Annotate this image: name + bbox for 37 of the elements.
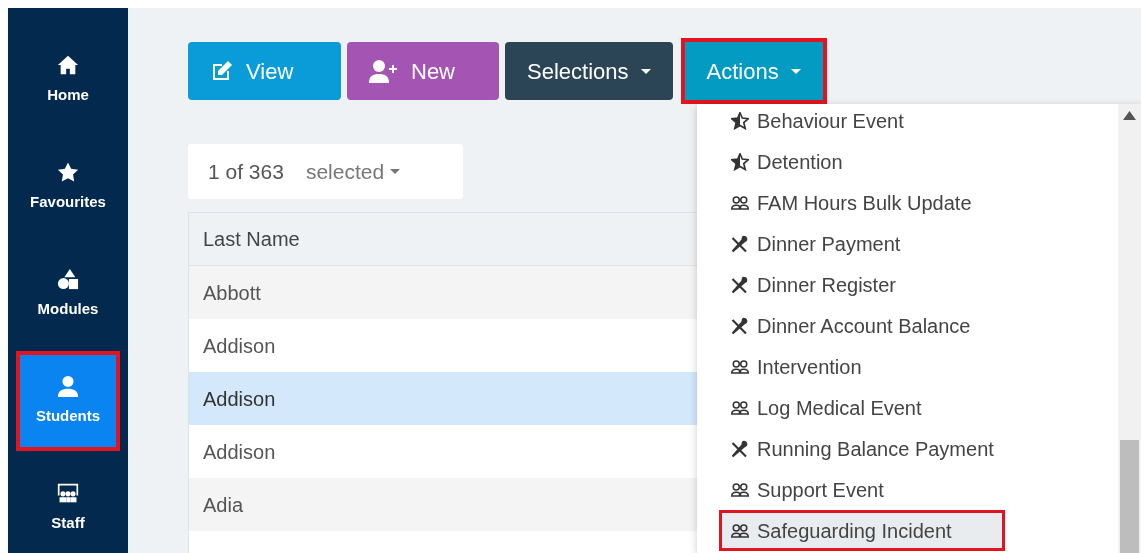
cutlery-icon [731, 439, 749, 458]
sidebar-item[interactable]: Home [16, 30, 120, 130]
cutlery-icon [731, 234, 749, 253]
table-cell-text: Abbott [203, 280, 261, 306]
people-icon [731, 193, 749, 212]
star-icon [731, 152, 749, 171]
menu-item[interactable]: Detention [697, 141, 1118, 182]
add-user-icon [369, 59, 399, 83]
menu-item[interactable]: Running Balance Payment [697, 428, 1118, 469]
selected-dropdown[interactable]: selected [305, 155, 401, 188]
star-icon [731, 111, 749, 130]
cutlery-icon [731, 275, 749, 294]
star-icon [57, 160, 79, 183]
sidebar-item[interactable]: Staff [16, 458, 120, 553]
people-icon [731, 480, 749, 499]
scrollbar-thumb[interactable] [1120, 440, 1139, 553]
menu-item[interactable]: Safeguarding Incident [719, 510, 1005, 551]
menu-item[interactable]: Behaviour Event [697, 104, 1118, 141]
selections-button[interactable]: Selections [505, 42, 673, 100]
sidebar-item[interactable]: Students [16, 351, 120, 451]
selection-count: 1 of 363 [208, 158, 284, 185]
scroll-up-icon [1123, 111, 1136, 120]
people-icon [731, 357, 749, 376]
table-cell-text: Addison [203, 386, 276, 412]
sidebar-item[interactable]: Favourites [16, 137, 120, 237]
new-button[interactable]: New [347, 42, 499, 100]
home-icon [57, 53, 79, 76]
table-cell-text: Adia [203, 492, 244, 518]
person-icon [57, 374, 79, 397]
audience-icon [57, 481, 79, 504]
cutlery-icon [731, 316, 749, 335]
caret-icon [390, 169, 401, 174]
shapes-icon [57, 267, 79, 290]
edit-icon [210, 59, 234, 83]
people-icon [731, 398, 749, 417]
people-icon [731, 521, 749, 540]
sidebar-item[interactable]: Modules [16, 244, 120, 344]
